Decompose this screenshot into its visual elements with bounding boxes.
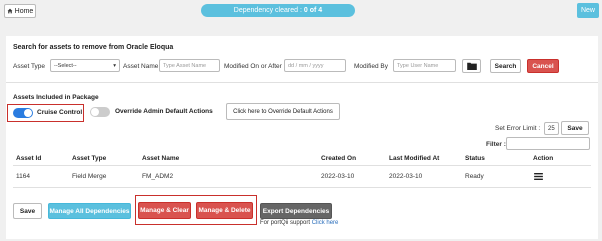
cell-last-modified: 2022-03-10	[389, 173, 423, 180]
error-limit-save-button[interactable]: Save	[561, 121, 589, 135]
manage-clear-button[interactable]: Manage & Clear	[138, 202, 191, 219]
hamburger-menu-icon[interactable]	[534, 173, 543, 180]
error-limit-input[interactable]: 25	[544, 122, 559, 135]
cruise-control-toggle[interactable]	[13, 108, 33, 118]
col-asset-id: Asset Id	[16, 155, 42, 162]
col-last-modified: Last Modified At	[389, 155, 440, 162]
cell-asset-id: 1164	[16, 173, 30, 180]
asset-type-select[interactable]: --Select-- ▾	[50, 59, 120, 72]
export-dependencies-button[interactable]: Export Dependencies	[260, 203, 332, 219]
cell-status: Ready	[465, 173, 484, 180]
row-divider	[13, 187, 591, 188]
header-divider	[13, 165, 591, 166]
home-label: Home	[14, 7, 34, 15]
new-button[interactable]: New	[577, 3, 599, 18]
chevron-down-icon: ▾	[113, 62, 116, 69]
search-button[interactable]: Search	[490, 59, 521, 73]
folder-icon	[466, 62, 477, 70]
error-limit-label: Set Error Limit :	[495, 125, 541, 132]
home-button[interactable]: Home	[4, 4, 36, 18]
cruise-control-label: Cruise Control	[37, 109, 83, 116]
cell-asset-name: FM_ADM2	[142, 173, 174, 180]
asset-name-label: Asset Name	[123, 63, 159, 70]
asset-type-value: --Select--	[54, 62, 77, 69]
modified-after-date-input[interactable]: dd / mm / yyyy	[284, 59, 346, 72]
dependency-status: Dependency cleared : 0 of 4	[201, 4, 355, 17]
dependency-label: Dependency cleared :	[233, 7, 302, 14]
top-bar: Home Dependency cleared : 0 of 4 New	[0, 0, 602, 22]
cell-created-on: 2022-03-10	[321, 173, 355, 180]
manage-all-dependencies-button[interactable]: Manage All Dependencies	[48, 203, 131, 219]
asset-name-input[interactable]: Type Asset Name	[159, 59, 220, 72]
home-icon	[7, 8, 13, 14]
toggle-knob	[91, 108, 99, 116]
col-action: Action	[533, 155, 554, 162]
override-default-actions-button[interactable]: Click here to Override Default Actions	[226, 103, 340, 120]
dependency-count: 0 of 4	[303, 7, 323, 14]
toggle-knob	[24, 109, 32, 117]
col-status: Status	[465, 155, 485, 162]
section-divider	[6, 82, 598, 83]
modified-by-label: Modified By	[354, 63, 388, 70]
support-link[interactable]: Click here	[312, 220, 339, 226]
manage-delete-button[interactable]: Manage & Delete	[196, 202, 253, 219]
col-created-on: Created On	[321, 155, 357, 162]
main-panel: Search for assets to remove from Oracle …	[6, 36, 598, 239]
support-line: For portQii support Click here	[260, 220, 338, 226]
cell-asset-type: Field Merge	[72, 173, 107, 180]
filter-input[interactable]	[506, 137, 590, 150]
filter-label: Filter :	[486, 141, 506, 148]
package-section-title: Assets Included in Package	[13, 94, 99, 101]
modified-after-label: Modified On or After	[224, 63, 282, 70]
cancel-button[interactable]: Cancel	[527, 59, 559, 73]
save-button[interactable]: Save	[13, 203, 42, 219]
browse-folder-button[interactable]	[462, 59, 481, 73]
col-asset-name: Asset Name	[142, 155, 180, 162]
override-admin-toggle[interactable]	[90, 107, 110, 117]
asset-type-label: Asset Type	[13, 63, 46, 70]
col-asset-type: Asset Type	[72, 155, 107, 162]
search-section-title: Search for assets to remove from Oracle …	[13, 44, 174, 51]
support-text: For portQii support	[260, 220, 311, 226]
modified-by-input[interactable]: Type User Name	[393, 59, 456, 72]
override-admin-label: Override Admin Default Actions	[115, 108, 213, 115]
